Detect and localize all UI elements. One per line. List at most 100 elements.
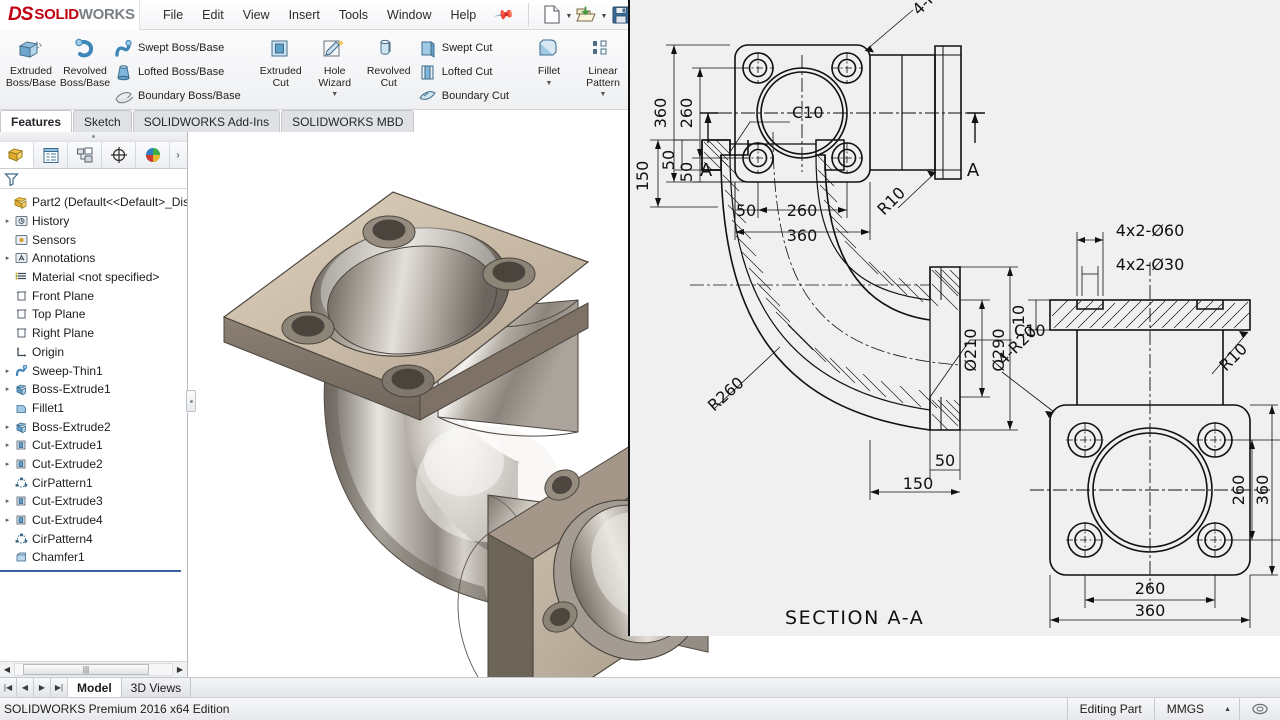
- expand-arrow[interactable]: ▸: [2, 254, 13, 262]
- tab-solidworks-mbd[interactable]: SOLIDWORKS MBD: [281, 110, 414, 132]
- revolved-boss-base-label: RevolvedBoss/Base: [60, 66, 110, 89]
- new-document-caret[interactable]: ▼: [564, 3, 573, 27]
- tree-item-annotations[interactable]: ▸ Annotations: [0, 249, 187, 268]
- pushpin-icon[interactable]: 📌: [493, 3, 515, 25]
- tree-item-cut-extrude2[interactable]: ▸ Cut-Extrude2: [0, 455, 187, 474]
- tree-item-boss-extrude2[interactable]: ▸ Boss-Extrude2: [0, 417, 187, 436]
- menu-view[interactable]: View: [234, 4, 279, 26]
- extruded-cut-button[interactable]: ExtrudedCut: [254, 33, 308, 89]
- expand-arrow[interactable]: ▸: [2, 516, 13, 524]
- menu-tools[interactable]: Tools: [330, 4, 377, 26]
- panel-tabs-more-chevron[interactable]: ›: [170, 142, 186, 168]
- hole-wizard-label: HoleWizard: [318, 66, 351, 89]
- tree-item-cut-extrude1[interactable]: ▸ Cut-Extrude1: [0, 436, 187, 455]
- tree-item-cirpattern4[interactable]: ▸ CirPattern4: [0, 529, 187, 548]
- tree-item-boss-extrude1[interactable]: ▸ Boss-Extrude1: [0, 380, 187, 399]
- expand-arrow[interactable]: ▸: [2, 385, 13, 393]
- dimxpert-target-icon[interactable]: [102, 142, 136, 168]
- status-units[interactable]: MMGS: [1154, 698, 1216, 720]
- feature-tree-filter[interactable]: [0, 169, 187, 189]
- swept-cut-button[interactable]: Swept Cut: [416, 36, 514, 60]
- hole-wizard-caret[interactable]: ▼: [308, 91, 362, 98]
- tab-sketch[interactable]: Sketch: [73, 110, 132, 132]
- menu-help[interactable]: Help: [442, 4, 486, 26]
- feature-tree[interactable]: ▸ Part2 (Default<<Default>_Displa ▸ Hist…: [0, 189, 187, 661]
- tree-item-right-plane[interactable]: ▸ Right Plane: [0, 324, 187, 343]
- expand-arrow[interactable]: ▸: [2, 367, 13, 375]
- feature-tree-icon[interactable]: [0, 142, 34, 168]
- boundary-cut-button[interactable]: Boundary Cut: [416, 84, 514, 108]
- panel-splitter-handle[interactable]: [186, 390, 196, 412]
- tree-horizontal-scrollbar[interactable]: ◀ ||| ▶: [0, 661, 187, 677]
- extruded-boss-base-button[interactable]: ExtrudedBoss/Base: [4, 33, 58, 89]
- ribbon-group-modify: Fillet ▼ LinearPattern ▼ Rib Draft: [518, 30, 630, 110]
- menu-window[interactable]: Window: [378, 4, 440, 26]
- tree-item-cut-extrude4[interactable]: ▸ Cut-Extrude4: [0, 511, 187, 530]
- nav-first-button[interactable]: |◀: [0, 678, 17, 697]
- boundary-boss-base-button[interactable]: Boundary Boss/Base: [112, 84, 246, 108]
- tree-item-origin[interactable]: ▸ Origin: [0, 343, 187, 362]
- new-document-icon[interactable]: [539, 3, 563, 27]
- section-mark-a-left: A: [700, 160, 713, 181]
- tree-item-chamfer1[interactable]: ▸ Chamfer1: [0, 548, 187, 567]
- linear-pattern-button[interactable]: LinearPattern ▼: [576, 33, 630, 98]
- configuration-icon[interactable]: [68, 142, 102, 168]
- plane-icon: [13, 308, 29, 320]
- view-tab-model[interactable]: Model: [68, 678, 122, 697]
- expand-arrow[interactable]: ▸: [2, 423, 13, 431]
- swept-boss-base-button[interactable]: Swept Boss/Base: [112, 36, 246, 60]
- tree-item-label: Boss-Extrude2: [32, 420, 111, 434]
- tree-item-material[interactable]: ▸ Material <not specified>: [0, 268, 187, 287]
- tree-item-sensors[interactable]: ▸ Sensors: [0, 230, 187, 249]
- tree-item-label: CirPattern4: [32, 532, 93, 546]
- tree-item-top-plane[interactable]: ▸ Top Plane: [0, 305, 187, 324]
- tree-item-cut-extrude3[interactable]: ▸ Cut-Extrude3: [0, 492, 187, 511]
- revolved-cut-button[interactable]: RevolvedCut: [362, 33, 416, 89]
- expand-arrow[interactable]: ▸: [2, 441, 13, 449]
- revolved-boss-base-button[interactable]: RevolvedBoss/Base: [58, 33, 112, 89]
- open-document-icon[interactable]: [574, 3, 598, 27]
- tree-item-history[interactable]: ▸ History: [0, 212, 187, 231]
- status-overlay-icon[interactable]: [1239, 698, 1280, 720]
- property-list-icon[interactable]: [34, 142, 68, 168]
- linear-pattern-caret[interactable]: ▼: [576, 91, 630, 98]
- tab-solidworks-add-ins[interactable]: SOLIDWORKS Add-Ins: [133, 110, 280, 132]
- tree-item-front-plane[interactable]: ▸ Front Plane: [0, 286, 187, 305]
- menu-file[interactable]: File: [154, 4, 192, 26]
- hole-wizard-button[interactable]: HoleWizard ▼: [308, 33, 362, 98]
- tree-item-sweep-thin1[interactable]: ▸ Sweep-Thin1: [0, 361, 187, 380]
- scroll-thumb[interactable]: |||: [23, 664, 149, 675]
- lofted-boss-base-button[interactable]: Lofted Boss/Base: [112, 60, 246, 84]
- fillet-button[interactable]: Fillet ▼: [522, 33, 576, 87]
- nav-last-button[interactable]: ▶|: [51, 678, 68, 697]
- display-sphere-icon[interactable]: [136, 142, 170, 168]
- open-document-caret[interactable]: ▼: [599, 3, 608, 27]
- tree-item-cirpattern1[interactable]: ▸ CirPattern1: [0, 473, 187, 492]
- nav-prev-button[interactable]: ◀: [17, 678, 34, 697]
- extruded-boss-base-label: ExtrudedBoss/Base: [6, 66, 56, 89]
- tree-root-part[interactable]: ▸ Part2 (Default<<Default>_Displa: [0, 193, 187, 212]
- tab-features[interactable]: Features: [0, 110, 72, 132]
- scroll-left-arrow[interactable]: ◀: [0, 665, 14, 674]
- view-tab-3d-views[interactable]: 3D Views: [122, 678, 191, 697]
- status-units-caret-icon[interactable]: ▲: [1216, 706, 1239, 713]
- lofted-cut-button[interactable]: Lofted Cut: [416, 60, 514, 84]
- tree-item-label: Fillet1: [32, 401, 64, 415]
- rollback-bar[interactable]: [0, 570, 181, 572]
- expand-arrow[interactable]: ▸: [2, 460, 13, 468]
- panel-drag-handle[interactable]: [0, 132, 187, 142]
- feature-manager-panel: › ▸ Part2 (Default<<Default>_Displa ▸ Hi…: [0, 132, 188, 677]
- fillet-caret[interactable]: ▼: [522, 80, 576, 87]
- tree-item-label: Material <not specified>: [32, 270, 159, 284]
- menu-edit[interactable]: Edit: [193, 4, 233, 26]
- menu-insert[interactable]: Insert: [280, 4, 329, 26]
- scroll-track[interactable]: |||: [14, 663, 173, 676]
- status-edition-text: SOLIDWORKS Premium 2016 x64 Edition: [0, 702, 229, 716]
- expand-arrow[interactable]: ▸: [2, 217, 13, 225]
- technical-drawing-overlay[interactable]: 360 260 50 50 260 360 4-R20 R10 A A C10 …: [628, 0, 1280, 636]
- nav-next-button[interactable]: ▶: [34, 678, 51, 697]
- tree-item-fillet1[interactable]: ▸ Fillet1: [0, 399, 187, 418]
- expand-arrow[interactable]: ▸: [2, 497, 13, 505]
- scroll-right-arrow[interactable]: ▶: [173, 665, 187, 674]
- boundary-cut-label: Boundary Cut: [442, 90, 509, 102]
